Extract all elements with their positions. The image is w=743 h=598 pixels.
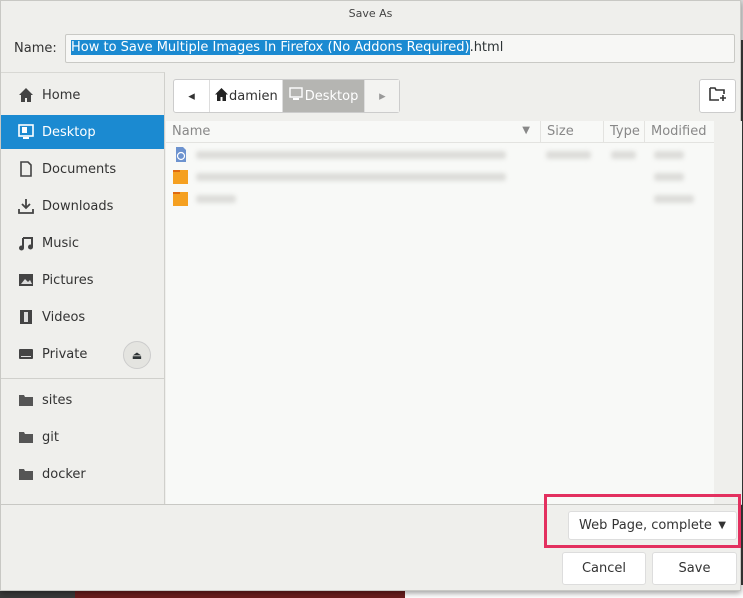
blurred-filename: [196, 151, 506, 159]
blurred-modified: [654, 173, 684, 181]
column-header-type[interactable]: Type: [604, 121, 645, 143]
filename-input[interactable]: How to Save Multiple Images In Firefox (…: [65, 34, 735, 63]
sidebar-item-downloads[interactable]: Downloads: [1, 189, 164, 223]
places-sidebar: Home Desktop Documents Downloads Music P…: [1, 72, 165, 504]
folder-icon: [173, 169, 188, 184]
sidebar-item-desktop[interactable]: Desktop: [1, 115, 164, 149]
sidebar-item-label: Videos: [42, 309, 86, 325]
sidebar-item-sites[interactable]: sites: [1, 383, 164, 417]
drive-icon: [17, 346, 34, 362]
home-icon: [214, 87, 229, 106]
blurred-type: [611, 151, 636, 159]
name-label: Name:: [14, 41, 57, 56]
filename-suffix: .html: [469, 40, 504, 55]
sidebar-item-music[interactable]: Music: [1, 226, 164, 260]
sidebar-item-videos[interactable]: Videos: [1, 300, 164, 334]
column-header-name[interactable]: Name ▼: [166, 121, 541, 143]
annotation-highlight-box: [544, 494, 741, 548]
picture-icon: [17, 272, 34, 288]
folder-row[interactable]: [166, 188, 714, 210]
path-segment-damien[interactable]: damien: [210, 80, 283, 112]
blurred-size: [546, 151, 591, 159]
home-icon: [17, 87, 34, 103]
column-header-size[interactable]: Size: [541, 121, 604, 143]
blurred-filename: [196, 173, 506, 181]
path-bar: ◂ damien Desktop ▸: [173, 79, 401, 113]
save-button[interactable]: Save: [652, 552, 737, 585]
sidebar-item-label: Music: [42, 235, 79, 251]
sidebar-item-pictures[interactable]: Pictures: [1, 263, 164, 297]
sidebar-item-label: Downloads: [42, 198, 114, 214]
eject-icon: ⏏: [131, 348, 143, 362]
sidebar-item-label: Home: [42, 87, 81, 103]
folder-icon: [17, 429, 34, 445]
file-list: Name ▼ Size Type Modified: [166, 121, 714, 504]
column-label: Type: [610, 124, 640, 139]
dialog-title: Save As: [348, 7, 393, 20]
sidebar-item-label: docker: [42, 466, 86, 482]
sidebar-item-label: sites: [42, 392, 73, 408]
desktop-icon: [289, 87, 303, 105]
sidebar-item-label: Private: [42, 346, 88, 362]
new-folder-icon: [708, 86, 727, 106]
path-segment-desktop[interactable]: Desktop: [282, 80, 366, 112]
path-forward-button[interactable]: ▸: [365, 80, 400, 112]
music-icon: [17, 235, 34, 251]
folder-icon: [17, 392, 34, 408]
cancel-button[interactable]: Cancel: [562, 552, 646, 585]
save-as-dialog: Save As Name: How to Save Multiple Image…: [0, 0, 742, 591]
sidebar-item-git[interactable]: git: [1, 420, 164, 454]
filename-selected-text: How to Save Multiple Images In Firefox (…: [71, 40, 470, 55]
file-row[interactable]: [166, 144, 714, 166]
desktop-icon: [17, 124, 34, 140]
column-header-modified[interactable]: Modified: [645, 121, 714, 143]
sidebar-item-label: git: [42, 429, 59, 445]
path-segment-label: Desktop: [304, 88, 359, 104]
html-file-icon: [173, 147, 188, 162]
sidebar-item-documents[interactable]: Documents: [1, 152, 164, 186]
document-icon: [17, 161, 34, 177]
sidebar-item-label: Desktop: [42, 124, 96, 140]
sidebar-item-label: Documents: [42, 161, 117, 177]
blurred-filename: [196, 195, 236, 203]
blurred-modified: [654, 151, 684, 159]
chevron-left-icon: ◂: [188, 88, 195, 104]
column-label: Size: [547, 124, 574, 139]
path-segment-label: damien: [229, 88, 278, 104]
sidebar-item-label: Pictures: [42, 272, 94, 288]
folder-row[interactable]: [166, 166, 714, 188]
sidebar-item-home[interactable]: Home: [1, 78, 164, 112]
sidebar-item-docker[interactable]: docker: [1, 457, 164, 491]
scrollbar-area[interactable]: [714, 121, 742, 504]
blurred-modified: [654, 195, 694, 203]
video-icon: [17, 309, 34, 325]
new-folder-button[interactable]: [699, 79, 736, 113]
column-label: Name: [172, 124, 211, 139]
sort-down-icon: ▼: [522, 125, 530, 136]
column-label: Modified: [651, 124, 707, 139]
sidebar-divider: [1, 378, 164, 379]
download-icon: [17, 198, 34, 214]
eject-button[interactable]: ⏏: [123, 341, 151, 369]
path-back-button[interactable]: ◂: [174, 80, 210, 112]
chevron-right-icon: ▸: [379, 88, 386, 104]
folder-icon: [173, 191, 188, 206]
folder-icon: [17, 466, 34, 482]
